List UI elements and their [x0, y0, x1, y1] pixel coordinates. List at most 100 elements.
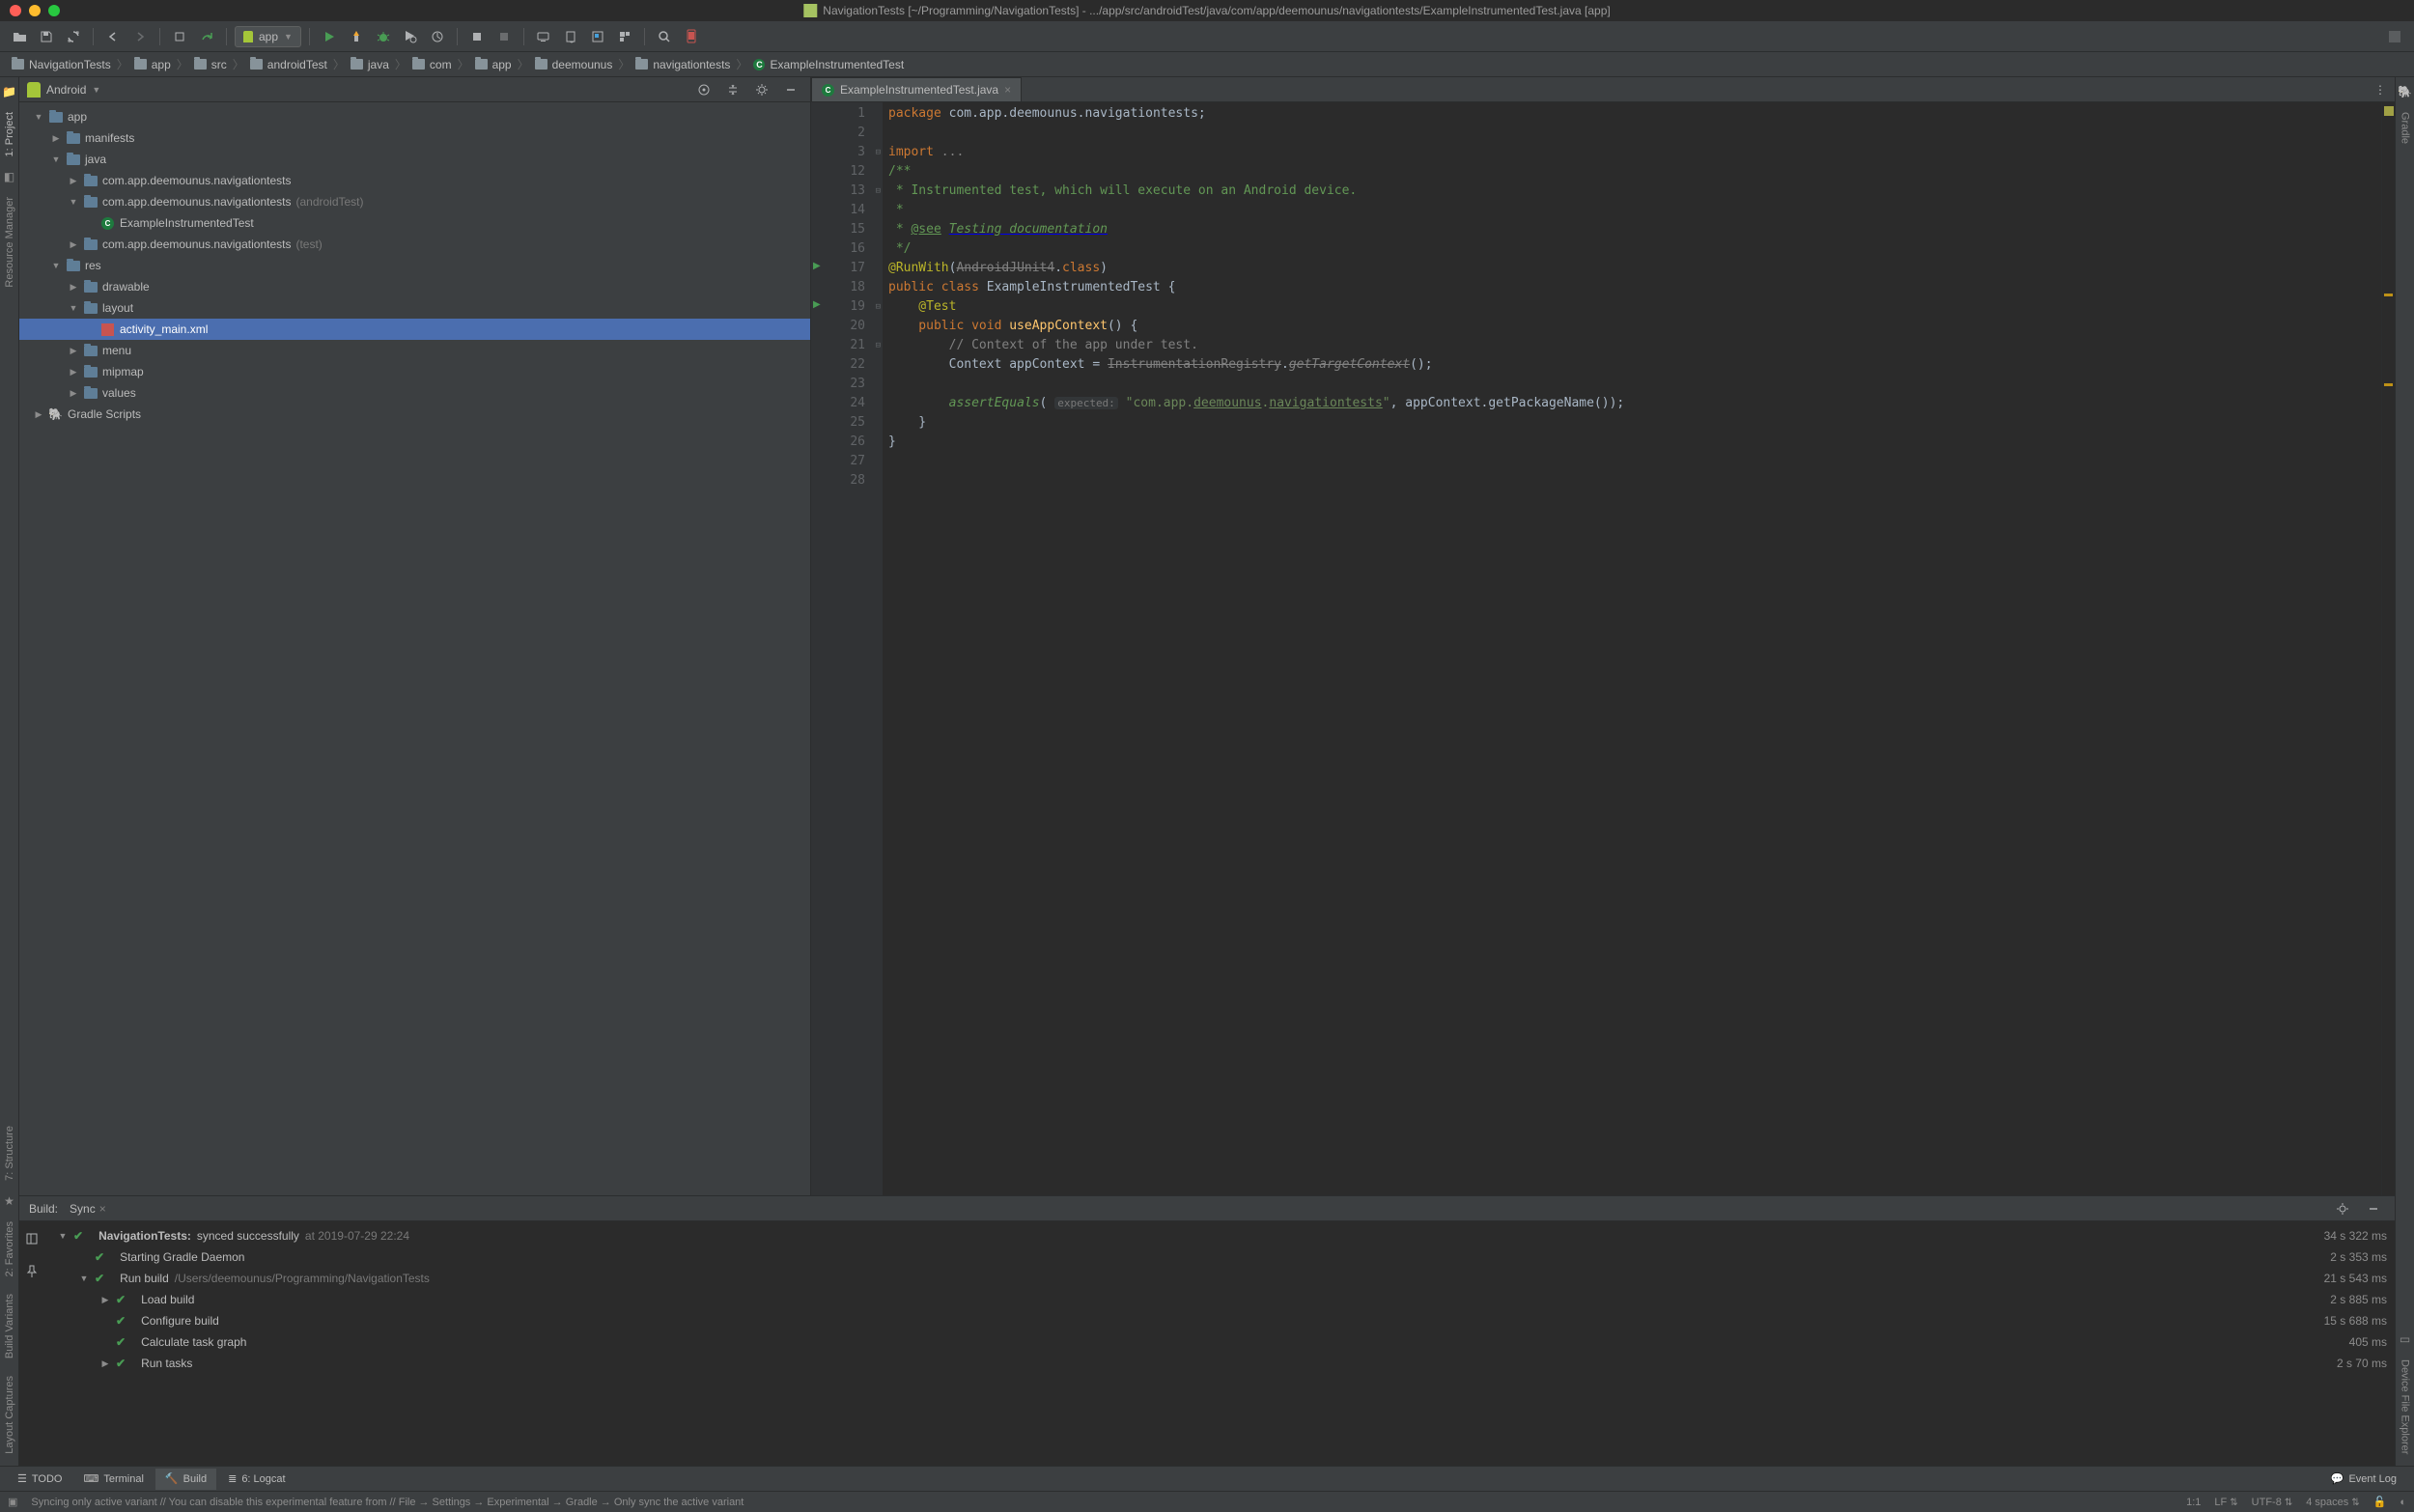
build-expander[interactable]: ▼: [58, 1231, 68, 1241]
readonly-toggle[interactable]: 🔓: [2373, 1496, 2387, 1508]
back-button[interactable]: [101, 25, 125, 48]
run-config-dropdown[interactable]: app ▼: [235, 26, 301, 47]
tool-windows-button[interactable]: ▣: [8, 1496, 17, 1508]
tree-expander[interactable]: ▶: [69, 346, 78, 356]
resource-manager-tool-icon[interactable]: ◧: [3, 170, 16, 183]
close-tab-button[interactable]: ×: [1004, 83, 1011, 97]
tree-expander[interactable]: ▼: [34, 112, 43, 122]
collapse-all-button[interactable]: [721, 78, 744, 101]
tree-node[interactable]: ▶values: [19, 382, 810, 404]
tree-expander[interactable]: ▼: [69, 303, 78, 313]
logcat-tab[interactable]: ≣6: Logcat: [218, 1469, 295, 1490]
build-output-row[interactable]: ▶✔Run tasks2 s 70 ms: [44, 1353, 2395, 1374]
file-encoding[interactable]: UTF-8⇅: [2252, 1497, 2293, 1508]
device-button[interactable]: [680, 25, 703, 48]
breadcrumb-item[interactable]: navigationtests: [632, 58, 734, 71]
breadcrumb-item[interactable]: java: [347, 58, 393, 71]
build-output-row[interactable]: ▶✔Load build2 s 885 ms: [44, 1289, 2395, 1310]
run-line-marker-icon[interactable]: ▶: [811, 257, 825, 276]
save-button[interactable]: [35, 25, 58, 48]
tree-node[interactable]: ▼res: [19, 255, 810, 276]
inspection-indicator[interactable]: [2384, 106, 2394, 116]
tree-node[interactable]: ▼layout: [19, 297, 810, 319]
tree-node[interactable]: ▶mipmap: [19, 361, 810, 382]
avd-manager-button[interactable]: [532, 25, 555, 48]
forward-button[interactable]: [128, 25, 152, 48]
build-output-row[interactable]: ▼✔NavigationTests: synced successfully a…: [44, 1225, 2395, 1246]
tree-expander[interactable]: ▶: [51, 133, 61, 144]
open-button[interactable]: [8, 25, 31, 48]
sync-tab[interactable]: Sync ×: [70, 1202, 106, 1216]
tree-node[interactable]: ▼java: [19, 149, 810, 170]
project-view-selector[interactable]: Android ▼: [27, 82, 100, 98]
attach-debugger-button[interactable]: [465, 25, 489, 48]
tree-expander[interactable]: ▶: [69, 388, 78, 399]
sync-button[interactable]: [62, 25, 85, 48]
tree-expander[interactable]: ▶: [69, 239, 78, 250]
build-expander[interactable]: ▶: [100, 1295, 110, 1305]
warning-marker[interactable]: [2384, 383, 2393, 386]
pin-button[interactable]: [20, 1260, 43, 1283]
tree-node[interactable]: ▼app: [19, 106, 810, 127]
run-marker-gutter[interactable]: ▶ ▶: [811, 102, 825, 1195]
apply-changes-button[interactable]: [345, 25, 368, 48]
breadcrumb-item[interactable]: app: [471, 58, 516, 71]
favorites-tool-tab[interactable]: 2: Favorites: [4, 1218, 15, 1280]
tree-node[interactable]: ▶com.app.deemounus.navigationtests: [19, 170, 810, 191]
resource-manager-tool-tab[interactable]: Resource Manager: [4, 193, 15, 292]
tree-expander[interactable]: ▼: [69, 197, 78, 207]
toggle-tree-button[interactable]: [20, 1227, 43, 1250]
breadcrumb-item[interactable]: com: [408, 58, 456, 71]
profile-button[interactable]: [426, 25, 449, 48]
tree-node[interactable]: activity_main.xml: [19, 319, 810, 340]
hide-button[interactable]: [779, 78, 802, 101]
search-button[interactable]: [653, 25, 676, 48]
memory-indicator[interactable]: ◐: [2400, 1497, 2406, 1508]
gradle-tool-icon[interactable]: 🐘: [2399, 85, 2412, 98]
breadcrumb-item[interactable]: CExampleInstrumentedTest: [749, 58, 908, 71]
caret-position[interactable]: 1:1: [2186, 1497, 2201, 1508]
build-output-tree[interactable]: ▼✔NavigationTests: synced successfully a…: [44, 1221, 2395, 1466]
event-log-tab[interactable]: 💬Event Log: [2321, 1469, 2406, 1490]
breadcrumb-item[interactable]: src: [190, 58, 231, 71]
build-output-row[interactable]: ✔Calculate task graph405 ms: [44, 1331, 2395, 1353]
make-button[interactable]: [168, 25, 191, 48]
maximize-window-button[interactable]: [48, 5, 60, 16]
gradle-sync-button[interactable]: [195, 25, 218, 48]
close-sync-tab-button[interactable]: ×: [99, 1202, 106, 1216]
build-output-row[interactable]: ✔Starting Gradle Daemon2 s 353 ms: [44, 1246, 2395, 1268]
tree-expander[interactable]: ▶: [69, 176, 78, 186]
error-stripe[interactable]: [2381, 102, 2395, 1195]
settings-button[interactable]: [750, 78, 773, 101]
user-button[interactable]: [2383, 25, 2406, 48]
editor-tab[interactable]: C ExampleInstrumentedTest.java ×: [811, 77, 1022, 101]
build-variants-tool-tab[interactable]: Build Variants: [4, 1290, 15, 1362]
gradle-tool-tab[interactable]: Gradle: [2400, 108, 2411, 148]
close-window-button[interactable]: [10, 5, 21, 16]
todo-tab[interactable]: ☰TODO: [8, 1469, 71, 1490]
project-tree[interactable]: ▼app▶manifests▼java▶com.app.deemounus.na…: [19, 102, 810, 1195]
breadcrumb-item[interactable]: NavigationTests: [8, 58, 115, 71]
tree-expander[interactable]: ▼: [51, 261, 61, 270]
run-button[interactable]: [318, 25, 341, 48]
build-expander[interactable]: ▶: [100, 1358, 110, 1369]
locate-button[interactable]: [692, 78, 716, 101]
breadcrumb-item[interactable]: app: [130, 58, 175, 71]
breadcrumb-item[interactable]: deemounus: [531, 58, 617, 71]
project-tool-icon[interactable]: 📁: [3, 85, 16, 98]
device-explorer-tool-icon[interactable]: ▭: [2399, 1332, 2412, 1346]
debug-button[interactable]: [372, 25, 395, 48]
layout-captures-tool-tab[interactable]: Layout Captures: [4, 1372, 15, 1458]
tree-expander[interactable]: ▶: [69, 282, 78, 293]
sdk-manager-button[interactable]: [559, 25, 582, 48]
tree-expander[interactable]: ▶: [69, 367, 78, 378]
build-settings-button[interactable]: [2331, 1197, 2354, 1220]
build-expander[interactable]: ▼: [79, 1274, 89, 1283]
run-line-marker-icon[interactable]: ▶: [811, 295, 825, 315]
structure-tool-tab[interactable]: 7: Structure: [4, 1122, 15, 1185]
project-tool-tab[interactable]: 1: Project: [4, 108, 15, 160]
layout-inspector-button[interactable]: [586, 25, 609, 48]
build-hide-button[interactable]: [2362, 1197, 2385, 1220]
favorites-tool-icon[interactable]: ★: [3, 1194, 16, 1208]
tree-node[interactable]: ▼com.app.deemounus.navigationtests (andr…: [19, 191, 810, 212]
